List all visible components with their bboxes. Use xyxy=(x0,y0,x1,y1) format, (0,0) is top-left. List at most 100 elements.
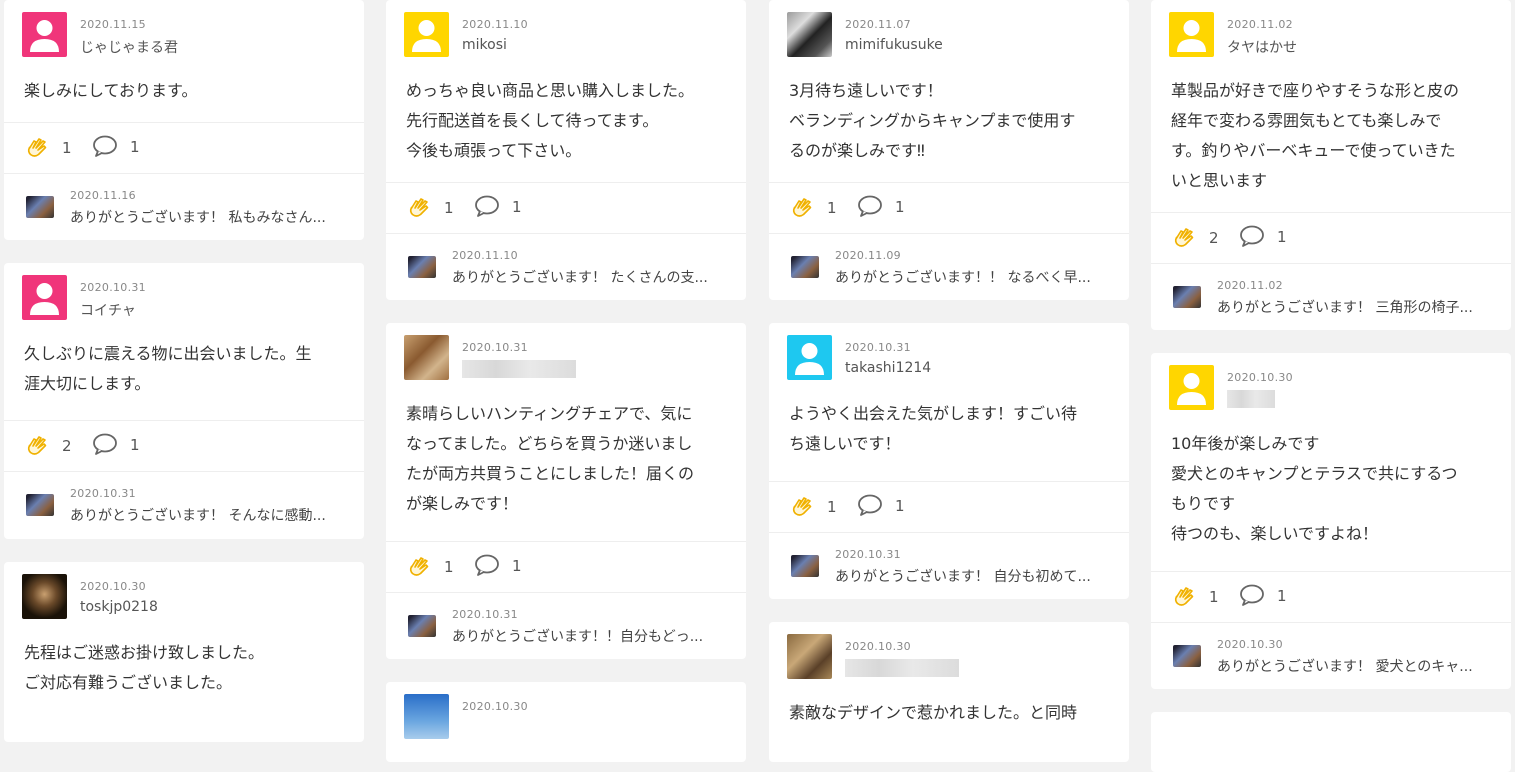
clap-button[interactable]: 1 xyxy=(406,554,454,580)
comment-count: 1 xyxy=(130,138,140,156)
speech-bubble-icon xyxy=(475,195,499,217)
reply-text: ありがとうございます！ そんなに感動... xyxy=(70,508,326,524)
clap-button[interactable]: 1 xyxy=(406,195,454,221)
comment-button[interactable]: 1 xyxy=(857,195,905,219)
clap-count: 1 xyxy=(444,199,454,217)
avatar[interactable] xyxy=(404,335,449,380)
comment-button[interactable]: 1 xyxy=(92,433,140,457)
speech-bubble-icon xyxy=(1240,225,1264,247)
avatar[interactable] xyxy=(404,12,449,57)
clap-button[interactable]: 1 xyxy=(789,494,837,520)
user-name[interactable]: コイチャ xyxy=(80,300,136,320)
speech-bubble-icon xyxy=(858,494,882,516)
reply[interactable]: 2020.10.31 ありがとうございます！ そんなに感動... xyxy=(4,472,364,538)
shop-avatar xyxy=(408,256,436,278)
reply-date: 2020.10.31 xyxy=(70,487,136,500)
comment-button[interactable]: 1 xyxy=(1239,225,1287,249)
avatar[interactable] xyxy=(1169,12,1214,57)
clap-icon xyxy=(1174,587,1194,606)
avatar[interactable] xyxy=(22,12,67,57)
comment-button[interactable]: 1 xyxy=(474,195,522,219)
user-name-hidden xyxy=(1227,390,1275,412)
reply-date: 2020.11.09 xyxy=(835,249,901,262)
comment-button[interactable]: 1 xyxy=(92,135,140,159)
comment-date: 2020.11.10 xyxy=(462,18,528,31)
avatar[interactable] xyxy=(404,694,449,739)
avatar[interactable] xyxy=(787,634,832,679)
comment-card: 2020.11.15 じゃじゃまる君 楽しみにしております。 1 1 2020.… xyxy=(4,0,364,240)
speech-bubble-icon xyxy=(93,135,117,157)
comment-card: 2020.10.31 コイチャ 久しぶりに震える物に出会いました。生 涯大切にし… xyxy=(4,263,364,539)
user-name[interactable]: mikosi xyxy=(462,37,507,53)
clap-button[interactable]: 1 xyxy=(789,195,837,221)
reply[interactable]: 2020.10.31 ありがとうございます！！自分もどっ... xyxy=(386,593,746,659)
clap-button[interactable]: 2 xyxy=(1171,225,1219,251)
comment-date: 2020.10.30 xyxy=(80,580,146,593)
comment-count: 1 xyxy=(1277,587,1287,605)
clap-count: 2 xyxy=(62,437,72,455)
comment-button[interactable]: 1 xyxy=(1239,584,1287,608)
comment-text: 楽しみにしております。 xyxy=(24,81,198,100)
shop-avatar xyxy=(791,256,819,278)
user-name-hidden xyxy=(845,659,959,681)
user-name[interactable]: じゃじゃまる君 xyxy=(80,37,178,57)
user-name[interactable]: toskjp0218 xyxy=(80,599,158,615)
user-name[interactable]: タヤはかせ xyxy=(1227,37,1297,57)
shop-avatar xyxy=(1173,645,1201,667)
comment-date: 2020.10.31 xyxy=(845,341,911,354)
reply[interactable]: 2020.11.10 ありがとうございます！ たくさんの支... xyxy=(386,234,746,300)
user-silhouette-icon xyxy=(30,20,59,52)
avatar[interactable] xyxy=(1169,365,1214,410)
avatar[interactable] xyxy=(787,12,832,57)
user-silhouette-icon xyxy=(795,343,824,375)
comment-count: 1 xyxy=(1277,228,1287,246)
user-silhouette-icon xyxy=(412,20,441,52)
shop-avatar xyxy=(408,615,436,637)
clap-count: 2 xyxy=(1209,229,1219,247)
reply[interactable]: 2020.11.02 ありがとうございます！ 三角形の椅子... xyxy=(1151,264,1511,330)
comment-text: 革製品が好きで座りやすそうな形と皮の 経年で変わる雰囲気もとても楽しみで す。釣… xyxy=(1171,81,1460,190)
comment-text: めっちゃ良い商品と思い購入しました。 先行配送首を長くして待ってます。 今後も頑… xyxy=(406,81,695,160)
reply-date: 2020.11.16 xyxy=(70,189,136,202)
shop-avatar xyxy=(1173,286,1201,308)
reply[interactable]: 2020.10.31 ありがとうございます！ 自分も初めて... xyxy=(769,533,1129,599)
comment-button[interactable]: 1 xyxy=(857,494,905,518)
clap-count: 1 xyxy=(62,139,72,157)
user-name[interactable]: mimifukusuke xyxy=(845,37,943,53)
clap-icon xyxy=(409,557,429,576)
comment-text: 3月待ち遠しいです！ ベランディングからキャンプまで使用す るのが楽しみです‼ xyxy=(789,81,1076,160)
comment-date: 2020.10.31 xyxy=(80,281,146,294)
comment-text: 素晴らしいハンティングチェアで、気に なってました。どちらを買うか迷いまし たが… xyxy=(406,404,695,513)
user-name[interactable]: takashi1214 xyxy=(845,360,931,376)
speech-bubble-icon xyxy=(1240,584,1264,606)
comment-card: 2020.11.07 mimifukusuke 3月待ち遠しいです！ ベランディ… xyxy=(769,0,1129,300)
reply[interactable]: 2020.10.30 ありがとうございます！ 愛犬とのキャ... xyxy=(1151,623,1511,689)
clap-count: 1 xyxy=(827,199,837,217)
user-silhouette-icon xyxy=(1177,373,1206,405)
comment-count: 1 xyxy=(130,436,140,454)
clap-button[interactable]: 1 xyxy=(24,135,72,161)
comment-date: 2020.10.30 xyxy=(845,640,911,653)
comment-count: 1 xyxy=(512,557,522,575)
avatar[interactable] xyxy=(787,335,832,380)
user-name-hidden xyxy=(462,360,576,382)
avatar[interactable] xyxy=(22,275,67,320)
reply[interactable]: 2020.11.09 ありがとうございます！！ なるべく早... xyxy=(769,234,1129,300)
clap-icon xyxy=(792,497,812,516)
clap-button[interactable]: 1 xyxy=(1171,584,1219,610)
clap-button[interactable]: 2 xyxy=(24,433,72,459)
reply-text: ありがとうございます！ 愛犬とのキャ... xyxy=(1217,659,1473,675)
comment-button[interactable]: 1 xyxy=(474,554,522,578)
comment-text: 久しぶりに震える物に出会いました。生 涯大切にします。 xyxy=(24,344,312,393)
comment-card xyxy=(1151,712,1511,772)
user-silhouette-icon xyxy=(1177,20,1206,52)
comment-card: 2020.11.10 mikosi めっちゃ良い商品と思い購入しました。 先行配… xyxy=(386,0,746,300)
comment-text: 素敵なデザインで惹かれました。と同時 xyxy=(789,703,1078,722)
user-silhouette-icon xyxy=(30,283,59,315)
reply[interactable]: 2020.11.16 ありがとうございます！ 私もみなさん... xyxy=(4,174,364,240)
shop-avatar xyxy=(26,494,54,516)
reply-date: 2020.10.31 xyxy=(835,548,901,561)
clap-count: 1 xyxy=(1209,588,1219,606)
avatar[interactable] xyxy=(22,574,67,619)
shop-avatar xyxy=(791,555,819,577)
